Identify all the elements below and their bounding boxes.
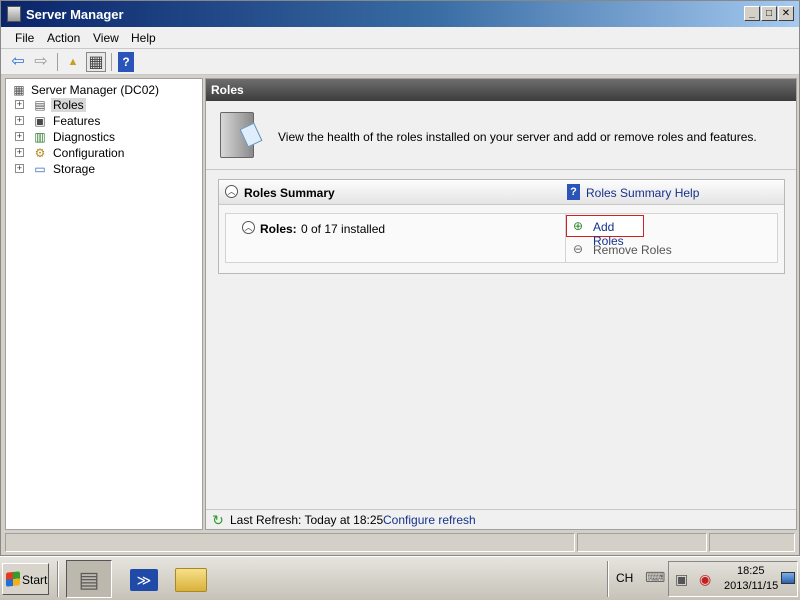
help-icon: ? [567,184,580,200]
explorer-folder-task-icon[interactable] [168,560,214,598]
tree-item-label: Storage [53,162,96,176]
volume-muted-icon[interactable]: ◉ [699,571,711,588]
collapse-summary-icon[interactable]: ︿ [225,185,238,198]
powershell-task-icon[interactable]: ≫ [121,560,167,598]
status-cell [577,533,707,552]
collapse-roles-icon[interactable]: ︿ [242,221,255,234]
diagnostics-icon: ▥ [34,130,46,144]
taskbar-separator [607,561,609,597]
add-roles-icon: ⊕ [572,219,584,233]
roles-summary-panel: ︿ Roles Summary ? Roles Summary Help ︿ R… [218,179,785,274]
roles-summary-help-link[interactable]: Roles Summary Help [586,186,699,200]
toolbar: ⇦ ⇨ ▲ ▦ ? [1,49,799,75]
start-button[interactable]: Start [2,563,49,595]
forward-arrow-icon[interactable]: ⇨ [31,52,51,72]
server-manager-app-icon [7,6,21,22]
window-title: Server Manager [26,7,124,22]
last-refresh-text: Last Refresh: Today at 18:25 [230,513,384,527]
server-manager-task-icon[interactable]: ▤ [66,560,112,598]
divider [206,169,796,170]
menu-view[interactable]: View [93,31,119,45]
configure-refresh-link[interactable]: Configure refresh [383,513,476,527]
features-icon: ▣ [34,114,46,128]
storage-icon: ▭ [34,162,46,176]
taskbar: Start ▤ ≫ CH ⌨ ▣ ◉ 18:25 2013/11/15 [0,556,800,600]
content-pane: Roles View the health of the roles insta… [205,78,797,530]
roles-section: ︿ Roles: 0 of 17 installed ⊕ Add Roles ⊖… [225,213,778,263]
roles-label: Roles: [260,222,297,236]
menu-file[interactable]: File [15,31,34,45]
expand-roles-icon[interactable]: + [15,100,24,109]
roles-server-icon [220,112,254,158]
status-cell [5,533,575,552]
close-button[interactable]: ✕ [778,6,794,21]
refresh-icon: ↻ [212,512,224,528]
remove-roles-icon: ⊖ [572,242,584,256]
expand-diagnostics-icon[interactable]: + [15,132,24,141]
show-desktop-icon[interactable] [781,572,795,584]
clock-time[interactable]: 18:25 [737,565,765,577]
tree-item-label: Configuration [53,146,125,160]
toolbar-separator [111,53,112,71]
roles-icon: ▤ [34,98,46,112]
expand-storage-icon[interactable]: + [15,164,24,173]
refresh-bar: ↻ Last Refresh: Today at 18:25 Configure… [206,509,796,529]
page-title: Roles [211,83,244,97]
server-manager-window: Server Manager _ □ ✕ File Action View He… [0,0,800,556]
intro-text: View the health of the roles installed o… [278,130,757,144]
add-roles-link[interactable]: ⊕ Add Roles [566,215,644,248]
maximize-button[interactable]: □ [761,6,777,21]
expand-configuration-icon[interactable]: + [15,148,24,157]
keyboard-icon[interactable]: ⌨ [645,569,665,586]
tree-item-label: Diagnostics [53,130,116,144]
tree-root-label: Server Manager (DC02) [31,83,160,97]
expand-features-icon[interactable]: + [15,116,24,125]
show-hide-tree-icon[interactable]: ▦ [86,52,106,72]
menu-help[interactable]: Help [131,31,156,45]
help-icon[interactable]: ? [118,52,134,72]
remove-roles-link[interactable]: ⊖ Remove Roles [567,240,687,260]
taskbar-separator [57,561,59,597]
server-icon: ▦ [13,83,25,97]
network-icon[interactable]: ▣ [675,571,688,588]
minimize-button[interactable]: _ [744,6,760,21]
windows-logo-icon [6,571,20,587]
menu-bar: File Action View Help [1,27,799,49]
menu-action[interactable]: Action [47,31,80,45]
title-bar[interactable]: Server Manager _ □ ✕ [1,1,799,27]
clock-date[interactable]: 2013/11/15 [724,580,778,592]
system-tray: ▣ ◉ 18:25 2013/11/15 [668,561,798,597]
start-label: Start [22,573,48,587]
tree-item-label: Features [53,114,101,128]
roles-summary-header: ︿ Roles Summary ? Roles Summary Help [219,180,784,205]
navigation-tree: ▦ Server Manager (DC02) + ▤ Roles + ▣ Fe… [5,78,203,530]
back-arrow-icon[interactable]: ⇦ [8,52,28,72]
up-folder-icon[interactable]: ▲ [63,52,83,72]
roles-count: 0 of 17 installed [301,222,386,236]
roles-summary-title: Roles Summary [244,186,335,200]
remove-roles-label: Remove Roles [593,243,672,257]
status-bar [5,533,797,552]
language-indicator[interactable]: CH [616,571,633,585]
content-header: Roles [206,79,796,101]
configuration-icon: ⚙ [34,146,46,160]
toolbar-separator [57,53,58,71]
tree-item-label: Roles [51,98,86,112]
status-cell [709,533,795,552]
